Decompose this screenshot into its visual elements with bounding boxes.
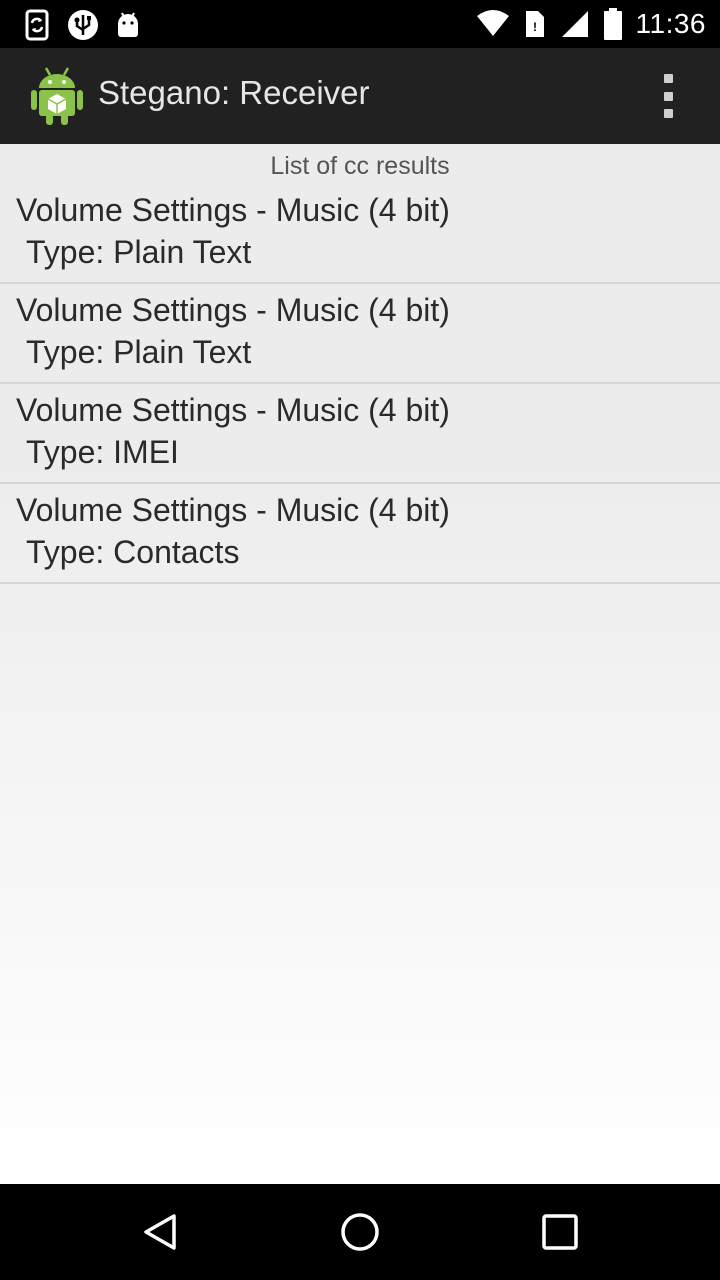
list-item[interactable]: Volume Settings - Music (4 bit) Type: Pl…	[0, 284, 720, 384]
svg-text:!: !	[533, 20, 537, 34]
status-time: 11:36	[635, 8, 706, 39]
usb-globe-icon	[68, 10, 98, 40]
list-item-type: Type: IMEI	[26, 434, 179, 470]
list-item-type: Type: Plain Text	[26, 234, 252, 270]
overflow-menu-icon[interactable]	[660, 74, 676, 118]
signal-icon	[561, 11, 588, 37]
battery-icon	[603, 8, 622, 40]
android-robot-icon	[118, 12, 138, 37]
list-item-title: Volume Settings - Music (4 bit)	[16, 192, 450, 228]
list-header: List of cc results	[270, 152, 450, 180]
home-icon[interactable]	[336, 1208, 384, 1256]
android-app-icon	[31, 67, 83, 125]
list-item-title: Volume Settings - Music (4 bit)	[16, 392, 450, 428]
back-icon[interactable]	[136, 1208, 184, 1256]
list-item-title: Volume Settings - Music (4 bit)	[16, 292, 450, 328]
sync-phone-icon	[25, 9, 49, 41]
sim-icon: !	[525, 11, 544, 37]
app-title: Stegano: Receiver	[98, 74, 370, 111]
list-item[interactable]: Volume Settings - Music (4 bit) Type: Co…	[0, 484, 720, 584]
list-item-title: Volume Settings - Music (4 bit)	[16, 492, 450, 528]
recents-icon[interactable]	[536, 1208, 584, 1256]
wifi-icon	[476, 10, 509, 36]
results-list: List of cc results Volume Settings - Mus…	[0, 144, 720, 1184]
status-bar: ! 11:36	[0, 0, 720, 48]
list-item[interactable]: Volume Settings - Music (4 bit) Type: Pl…	[0, 184, 720, 284]
list-item-type: Type: Plain Text	[26, 334, 252, 370]
navigation-bar	[0, 1184, 720, 1280]
app-bar: Stegano: Receiver	[0, 48, 720, 144]
list-item-type: Type: Contacts	[26, 534, 240, 570]
list-item[interactable]: Volume Settings - Music (4 bit) Type: IM…	[0, 384, 720, 484]
